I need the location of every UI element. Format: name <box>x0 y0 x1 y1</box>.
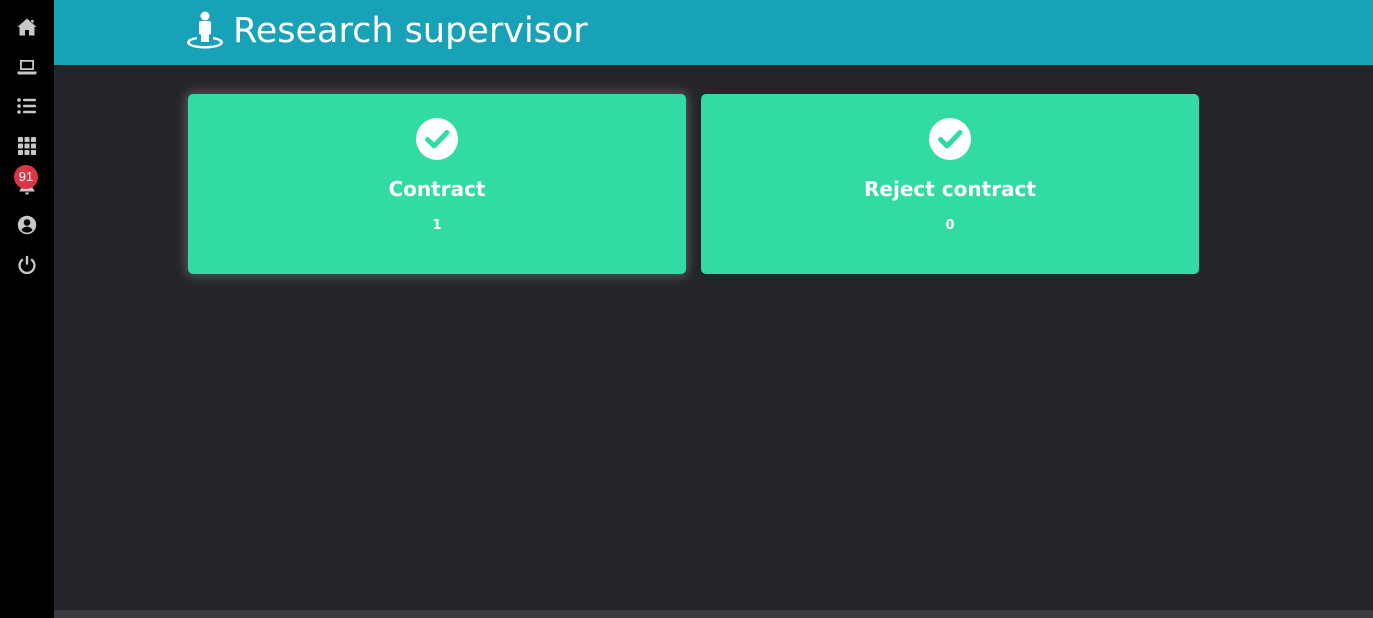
page-title: Research supervisor <box>233 11 588 51</box>
notification-badge: 91 <box>14 165 38 189</box>
horizontal-scrollbar[interactable] <box>54 610 1373 618</box>
sidebar-item-logout[interactable] <box>0 250 54 280</box>
user-standing-icon <box>186 11 224 49</box>
sidebar: 91 <box>0 0 54 618</box>
page-header: Research supervisor <box>54 0 1373 65</box>
sidebar-item-list[interactable] <box>0 91 54 121</box>
card-count: 0 <box>945 218 955 233</box>
check-circle-icon <box>929 118 971 160</box>
card-title: Reject contract <box>864 177 1036 201</box>
user-circle-icon <box>17 215 37 235</box>
home-icon <box>17 18 37 36</box>
power-icon <box>18 255 36 275</box>
sidebar-item-home[interactable] <box>0 12 54 42</box>
contract-card[interactable]: Contract 1 <box>188 94 686 274</box>
sidebar-item-laptop[interactable] <box>0 52 54 82</box>
sidebar-item-apps[interactable] <box>0 131 54 161</box>
reject-contract-card[interactable]: Reject contract 0 <box>701 94 1199 274</box>
laptop-icon <box>17 60 37 75</box>
sidebar-item-profile[interactable] <box>0 210 54 240</box>
card-title: Contract <box>388 177 486 201</box>
grid-icon <box>18 137 36 155</box>
check-circle-icon <box>416 118 458 160</box>
list-icon <box>17 98 36 114</box>
card-count: 1 <box>432 218 442 233</box>
